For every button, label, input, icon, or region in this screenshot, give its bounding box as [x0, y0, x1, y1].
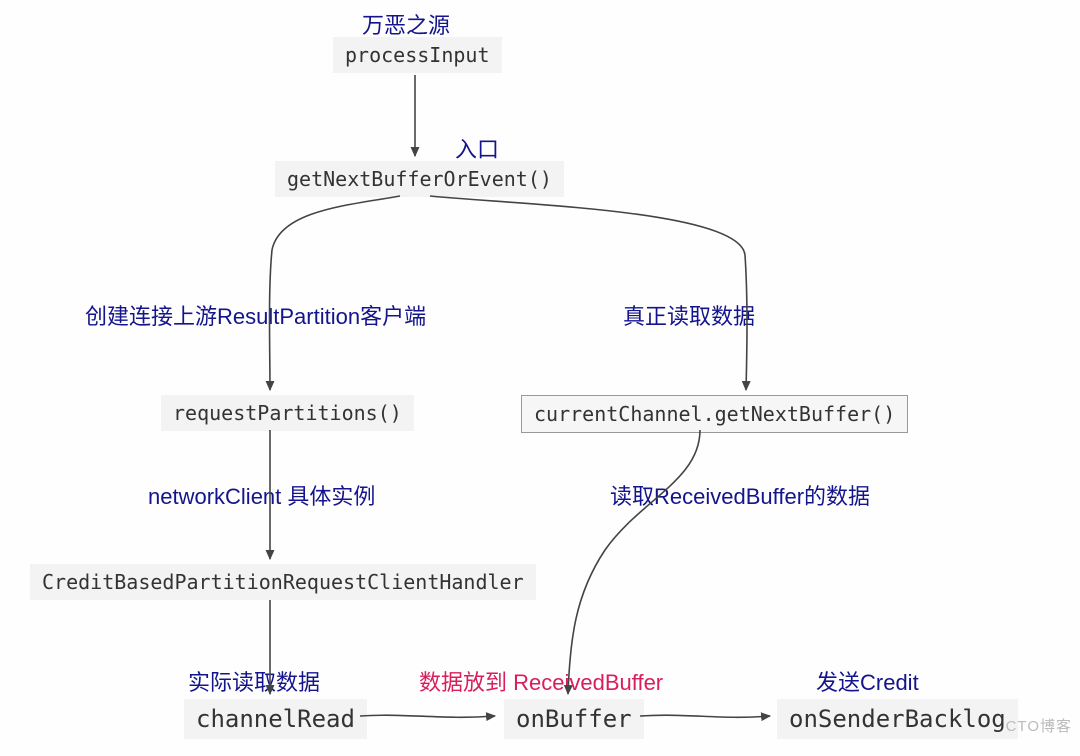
label-nc-instance: networkClient 具体实例 [148, 479, 375, 511]
arrow-channelread-onbuffer [360, 715, 495, 717]
node-get-next-buf-or-event: getNextBufferOrEvent() [275, 161, 564, 197]
arrow-getnext-currentchannel [430, 196, 747, 390]
label-entry: 入口 [455, 132, 499, 164]
arrow-currentchannel-onbuffer [568, 430, 700, 694]
label-right-desc: 真正读取数据 [623, 299, 755, 331]
node-on-buffer: onBuffer [504, 699, 644, 739]
label-actual-read: 实际读取数据 [188, 665, 320, 697]
arrow-onbuffer-onsenderbacklog [640, 715, 770, 717]
label-send-credit: 发送Credit [816, 665, 919, 697]
watermark: CTO博客 [1006, 715, 1072, 736]
node-process-input: processInput [333, 37, 502, 73]
node-current-channel: currentChannel.getNextBuffer() [521, 395, 908, 433]
node-request-partitions: requestPartitions() [161, 395, 414, 431]
label-read-recv: 读取ReceivedBuffer的数据 [610, 479, 870, 511]
label-put-recv: 数据放到 ReceivedBuffer [419, 665, 663, 697]
arrows-layer [0, 0, 1080, 756]
node-on-sender-backlog: onSenderBacklog [777, 699, 1018, 739]
arrow-getnext-requestpartitions [270, 196, 401, 390]
label-left-desc: 创建连接上游ResultPartition客户端 [85, 299, 426, 331]
node-cbprch: CreditBasedPartitionRequestClientHandler [30, 564, 536, 600]
label-root: 万恶之源 [362, 8, 450, 40]
node-channel-read: channelRead [184, 699, 367, 739]
